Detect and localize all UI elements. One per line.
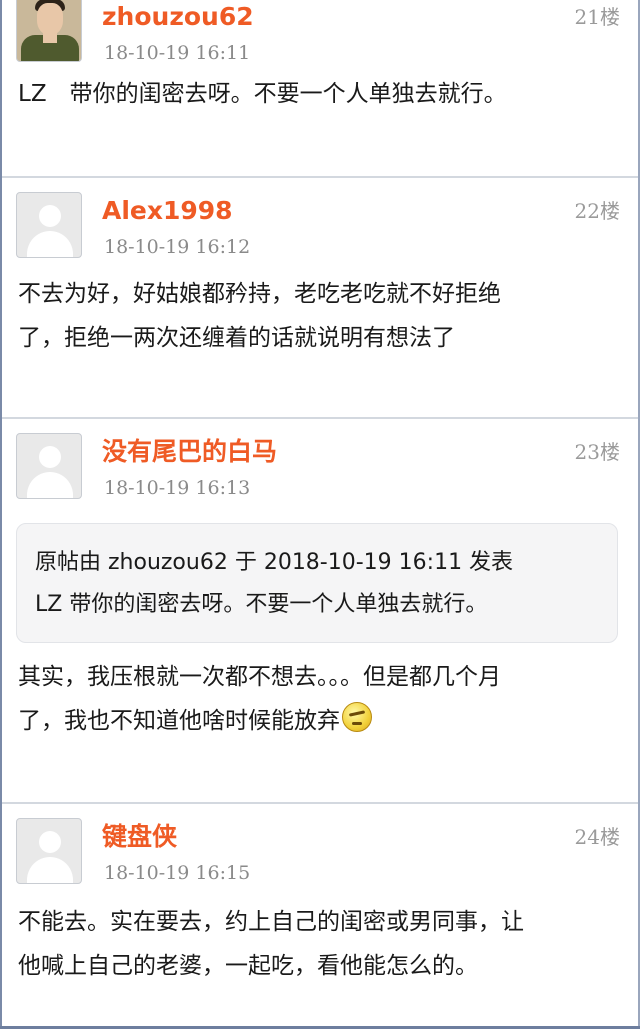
post-content: LZ 带你的闺密去呀。不要一个人单独去就行。 [18, 81, 507, 107]
post-21: zhouzou62 21楼 18-10-19 16:11 LZ 带你的闺密去呀。… [2, 0, 638, 178]
quote-block: 原帖由 zhouzou62 于 2018-10-19 16:11 发表 LZ 带… [16, 523, 618, 643]
floor-number: 24楼 [574, 825, 620, 849]
post-23: 没有尾巴的白马 23楼 18-10-19 16:13 原帖由 zhouzou62… [2, 417, 638, 803]
username[interactable]: Alex1998 [102, 196, 233, 226]
quote-header: 原帖由 zhouzou62 于 2018-10-19 16:11 发表 [35, 550, 514, 575]
avatar-body [27, 472, 73, 498]
avatar-body [27, 231, 73, 257]
content-line: 不能去。实在要去，约上自己的闺密或男同事，让 [18, 909, 524, 935]
floor-number: 22楼 [574, 199, 620, 223]
post-content: 其实，我压根就一次都不想去。。。但是都几个月 了，我也不知道他啥时候能放弃 [18, 655, 618, 743]
quote-text: LZ 带你的闺密去呀。不要一个人单独去就行。 [35, 592, 488, 617]
user-avatar[interactable] [16, 0, 82, 62]
frowning-face-emoji-icon [342, 702, 372, 732]
content-line: 了，我也不知道他啥时候能放弃 [18, 699, 618, 743]
post-time: 18-10-19 16:11 [104, 42, 251, 64]
default-avatar-icon[interactable] [16, 192, 82, 258]
avatar-head [39, 831, 61, 853]
avatar-face [37, 3, 63, 35]
username[interactable]: 键盘侠 [102, 822, 177, 852]
post-time: 18-10-19 16:13 [104, 477, 251, 499]
avatar-head [39, 205, 61, 227]
content-line: 了，拒绝一两次还缠着的话就说明有想法了 [18, 325, 455, 351]
post-24: 键盘侠 24楼 18-10-19 16:15 不能去。实在要去，约上自己的闺密或… [2, 802, 638, 1028]
default-avatar-icon[interactable] [16, 818, 82, 884]
avatar-collar [43, 33, 57, 43]
content-line: 他喊上自己的老婆，一起吃，看他能怎么的。 [18, 953, 478, 979]
content-line: 不去为好，好姑娘都矜持，老吃老吃就不好拒绝 [18, 281, 501, 307]
post-time: 18-10-19 16:12 [104, 236, 251, 258]
post-22: Alex1998 22楼 18-10-19 16:12 不去为好，好姑娘都矜持，… [2, 176, 638, 418]
username[interactable]: 没有尾巴的白马 [102, 437, 277, 467]
floor-number: 23楼 [574, 440, 620, 464]
username[interactable]: zhouzou62 [102, 2, 254, 32]
post-content: 不能去。实在要去，约上自己的闺密或男同事，让 他喊上自己的老婆，一起吃，看他能怎… [18, 900, 618, 988]
avatar-head [39, 446, 61, 468]
content-line: 其实，我压根就一次都不想去。。。但是都几个月 [18, 664, 501, 690]
default-avatar-icon[interactable] [16, 433, 82, 499]
post-time: 18-10-19 16:15 [104, 862, 251, 884]
floor-number: 21楼 [574, 5, 620, 29]
avatar-body [27, 857, 73, 883]
post-content: 不去为好，好姑娘都矜持，老吃老吃就不好拒绝 了，拒绝一两次还缠着的话就说明有想法… [18, 272, 618, 360]
content-line-text: 了，我也不知道他啥时候能放弃 [18, 708, 340, 734]
